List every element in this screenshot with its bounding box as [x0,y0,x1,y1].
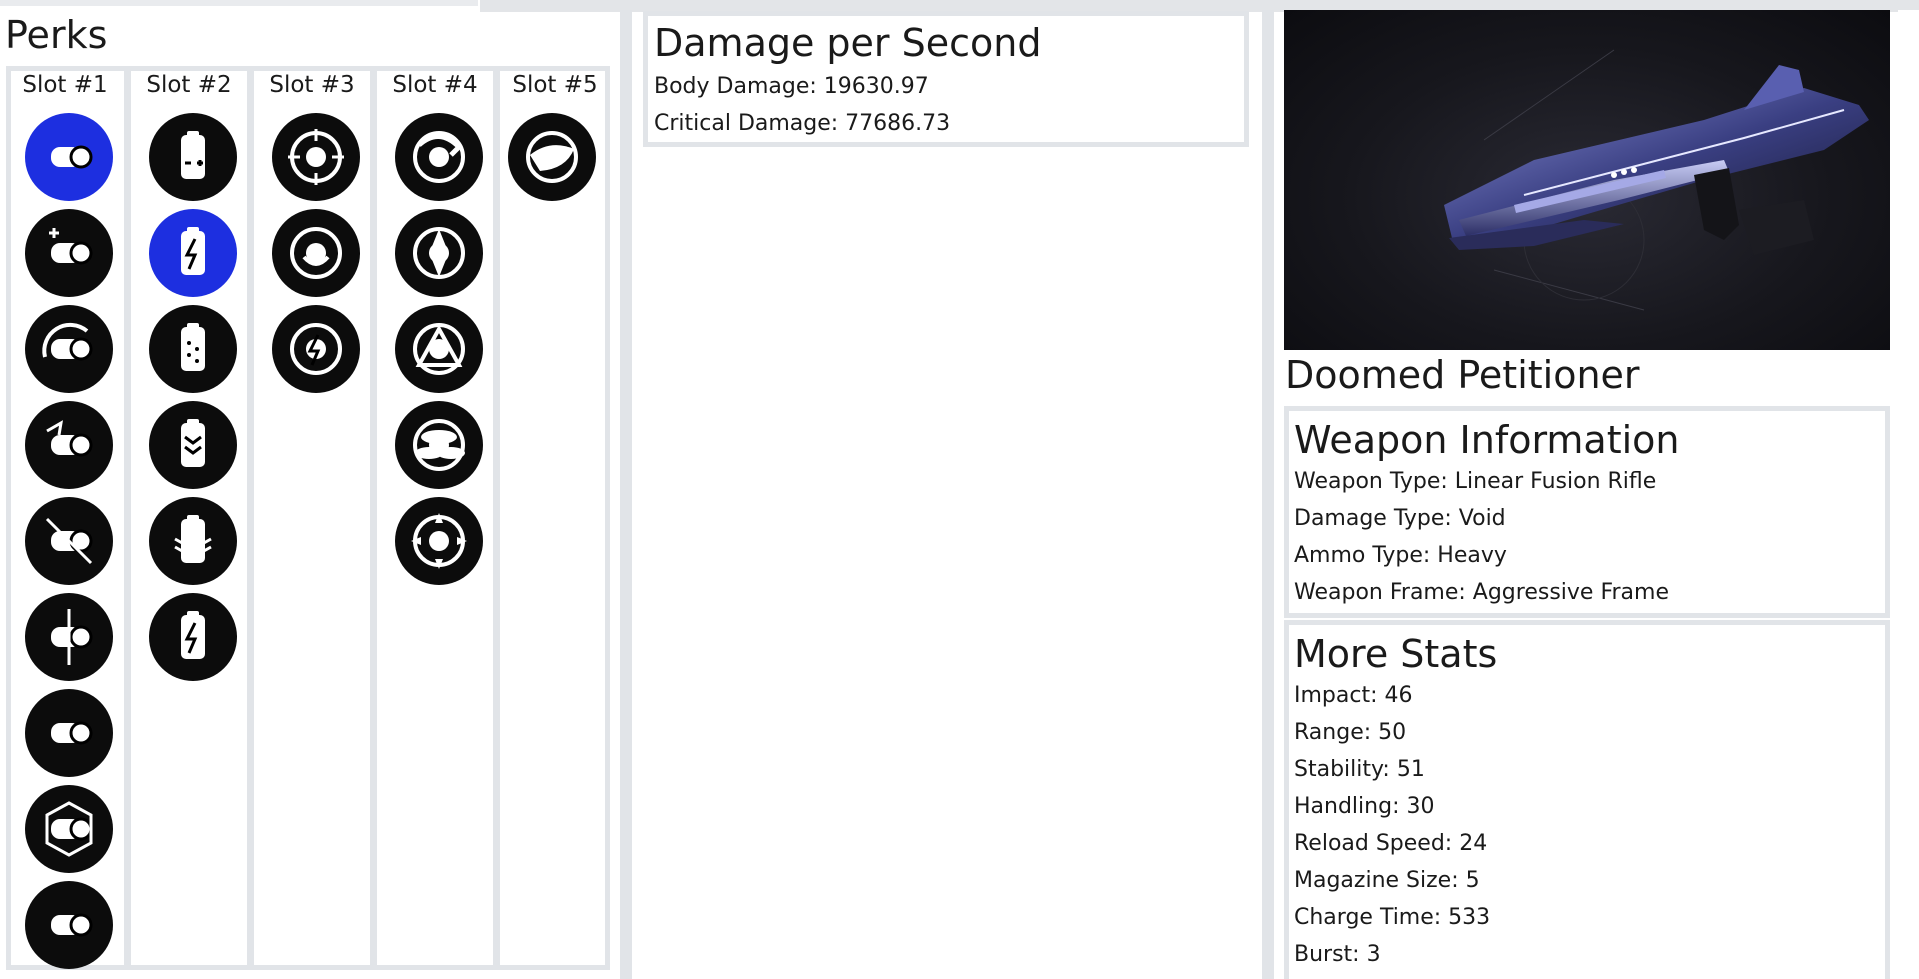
column-separator [620,10,632,979]
perk-slot-4: Slot #4 [377,66,500,970]
more-stats-title: More Stats [1294,632,1498,676]
triangle-sigil-icon[interactable] [395,305,483,393]
critical-damage: Critical Damage: 77686.73 [654,111,951,136]
slot-label: Slot #1 [22,72,108,98]
barrel-flag-icon[interactable] [25,881,113,969]
slot-label: Slot #4 [392,72,478,98]
coin-stack-icon[interactable] [395,401,483,489]
barrel-swirl-icon[interactable] [25,305,113,393]
stat-line: Burst: 3 [1294,942,1381,967]
perk-slot-3: Slot #3 [254,66,377,970]
slot-label: Slot #2 [146,72,232,98]
perk-slot-1: Slot #1 [6,66,131,970]
perk-slot-5: Slot #5 [500,66,610,970]
dps-title: Damage per Second [654,21,1042,65]
tab-strip-left [0,0,478,6]
slot-label: Slot #5 [512,72,598,98]
stat-line: Magazine Size: 5 [1294,868,1480,893]
weapon-info-line: Ammo Type: Heavy [1294,543,1507,568]
weapon-image [1284,10,1890,350]
target-burst-icon[interactable] [395,497,483,585]
weapon-render [1444,49,1869,311]
barrel-fluted-icon[interactable] [25,689,113,777]
stat-line: Stability: 51 [1294,757,1425,782]
weapon-info-line: Weapon Type: Linear Fusion Rifle [1294,469,1657,494]
circle-bolt-icon[interactable] [272,305,360,393]
stat-line: Charge Time: 533 [1294,905,1491,930]
body-damage: Body Damage: 19630.97 [654,74,929,99]
weapon-information-panel: Weapon Information Weapon Type: Linear F… [1284,406,1890,618]
perks-title: Perks [5,13,108,57]
battery-bolt-icon[interactable] [149,209,237,297]
weapon-name: Doomed Petitioner [1285,353,1640,397]
top-bar [0,0,1919,12]
stat-line: Impact: 46 [1294,683,1413,708]
more-stats-panel: More Stats Impact: 46 Range: 50 Stability:… [1284,620,1890,979]
battery-chevron-icon[interactable] [149,401,237,489]
battery-layers-icon[interactable] [149,497,237,585]
right-gutter [1898,10,1919,979]
stat-line: Reload Speed: 24 [1294,831,1488,856]
weapon-info-line: Weapon Frame: Aggressive Frame [1294,580,1669,605]
weapon-information-title: Weapon Information [1294,418,1680,462]
shards-icon[interactable] [395,209,483,297]
barrel-slash-icon[interactable] [25,497,113,585]
masked-face-icon[interactable] [272,209,360,297]
dps-panel: Damage per Second Body Damage: 19630.97 … [643,11,1249,147]
stat-line: Range: 50 [1294,720,1407,745]
barrel-hex-icon[interactable] [25,785,113,873]
weapon-info-line: Damage Type: Void [1294,506,1506,531]
stat-line: Handling: 30 [1294,794,1435,819]
skull-crosshair-icon[interactable] [272,113,360,201]
barrel-aim-icon[interactable] [25,593,113,681]
battery-lightning-icon[interactable] [149,593,237,681]
barrel-icon[interactable] [25,113,113,201]
battery-dots-icon[interactable] [149,305,237,393]
column-separator [1262,10,1274,979]
swirl-arrow-icon[interactable] [395,113,483,201]
barrel-plus-icon[interactable] [25,209,113,297]
barrel-arrow-icon[interactable] [25,401,113,489]
perk-slot-2: Slot #2 [131,66,254,970]
masterwork-hand-icon[interactable] [508,113,596,201]
battery-plus-minus-icon[interactable] [149,113,237,201]
slot-label: Slot #3 [269,72,355,98]
